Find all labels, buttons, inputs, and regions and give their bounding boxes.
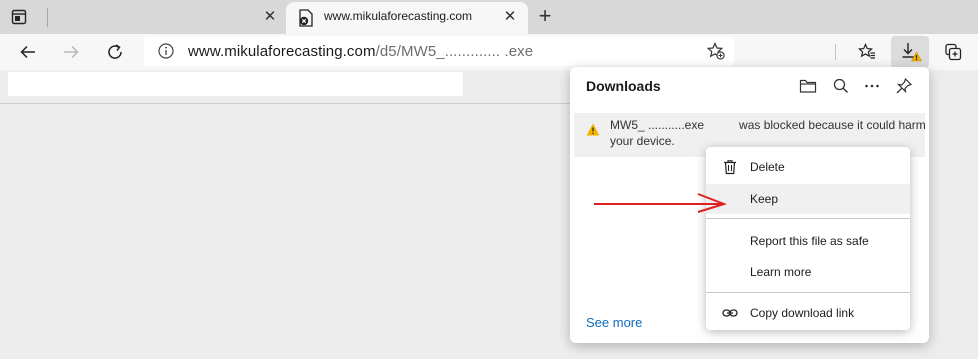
menu-item-keep[interactable]: Keep [706, 184, 910, 214]
warning-icon [586, 123, 600, 136]
menu-separator [706, 218, 910, 219]
tab-active[interactable]: www.mikulaforecasting.com ✕ [286, 2, 528, 34]
menu-label-delete: Delete [750, 160, 785, 174]
plus-icon[interactable]: + [534, 5, 556, 27]
downloads-title: Downloads [586, 78, 661, 94]
menu-item-report[interactable]: Report this file as safe [706, 226, 910, 256]
download-blocked-text: was blocked because it could harm [739, 118, 926, 132]
back-icon [20, 45, 35, 59]
arrow-annotation-icon [594, 193, 728, 213]
tab-title: www.mikulaforecasting.com [324, 9, 473, 23]
menu-item-learn-more[interactable]: Learn more [706, 257, 910, 287]
folder-icon[interactable] [799, 77, 817, 95]
favorites-icon [858, 43, 875, 59]
download-message-line2: your device. [610, 134, 675, 148]
url-host: www.mikulaforecasting.com [188, 43, 376, 60]
download-context-menu: Delete Keep Report this file as safe Lea… [706, 147, 910, 330]
link-icon [722, 305, 738, 321]
url-path: /d5/MW5_............. .exe [375, 43, 534, 60]
close-icon[interactable]: ✕ [502, 9, 518, 25]
menu-item-delete[interactable]: Delete [706, 152, 910, 182]
download-filename: MW5_ ...........exe [610, 118, 705, 132]
refresh-button[interactable] [99, 36, 131, 68]
collections-button[interactable] [937, 36, 969, 68]
download-message-line1: MW5_ ...........exe was blocked because i… [610, 118, 926, 132]
menu-label-keep: Keep [750, 192, 779, 206]
favicon-icon [298, 9, 314, 27]
page-divider [0, 103, 570, 104]
forward-icon [64, 45, 79, 59]
pin-icon[interactable] [895, 77, 913, 95]
more-icon[interactable] [863, 77, 881, 95]
page-header-bar [8, 72, 463, 96]
search-icon[interactable] [832, 77, 850, 95]
menu-label-copy-link: Copy download link [750, 306, 855, 320]
menu-label-learn-more: Learn more [750, 265, 812, 279]
close-icon[interactable]: ✕ [262, 9, 278, 25]
see-more-link[interactable]: See more [586, 315, 642, 330]
collections-icon [945, 43, 962, 61]
info-icon[interactable] [158, 43, 174, 59]
favorites-button[interactable] [851, 36, 883, 68]
back-button[interactable] [12, 36, 44, 68]
downloads-button[interactable] [891, 36, 929, 68]
menu-item-copy-link[interactable]: Copy download link [706, 298, 910, 328]
toolbar: www.mikulaforecasting.com/d5/MW5_.......… [0, 34, 978, 70]
tab-strip: ✕ www.mikulaforecasting.com ✕ + [0, 0, 978, 34]
tab-separator [47, 8, 48, 27]
menu-label-report: Report this file as safe [750, 234, 869, 248]
add-favorite-icon[interactable] [706, 42, 725, 60]
refresh-icon [108, 44, 122, 59]
tab-actions-icon[interactable] [10, 8, 28, 26]
forward-button[interactable] [55, 36, 87, 68]
trash-icon [722, 159, 738, 175]
toolbar-divider [835, 44, 836, 60]
download-warning-icon [902, 43, 923, 62]
address-bar[interactable]: www.mikulaforecasting.com/d5/MW5_.......… [144, 36, 734, 66]
url-text: www.mikulaforecasting.com/d5/MW5_.......… [188, 43, 533, 60]
menu-separator [706, 292, 910, 293]
